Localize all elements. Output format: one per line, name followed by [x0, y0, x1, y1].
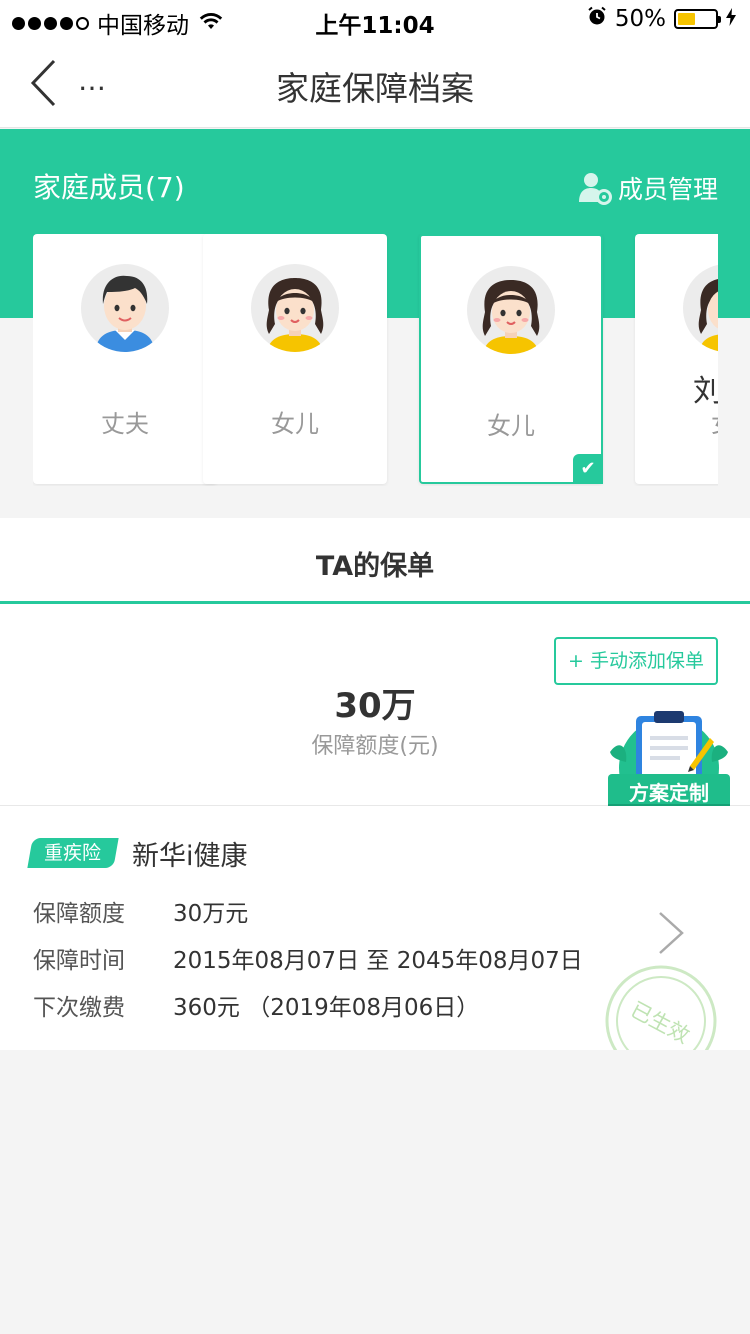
- policy-row-label: 保障额度: [33, 901, 125, 927]
- avatar-male: [81, 264, 169, 352]
- members-title: 家庭成员(7): [33, 171, 185, 204]
- policy-tab-bar: TA的保单: [0, 518, 750, 604]
- page-title: 家庭保障档案: [276, 69, 474, 108]
- policy-row-value: 360元 （2019年08月06日）: [173, 995, 480, 1021]
- member-card-selected[interactable]: 女儿 ✔: [419, 234, 603, 484]
- policy-row-next-payment: 下次缴费 360元 （2019年08月06日）: [33, 988, 479, 1022]
- battery-percent: 50%: [614, 6, 666, 32]
- navigation-bar: … 家庭保障档案: [0, 40, 750, 128]
- checkmark-icon: ✔: [573, 454, 603, 484]
- member-card-list[interactable]: 丈夫 女儿 女儿 ✔ 刘: [33, 234, 718, 486]
- manage-members-label: 成员管理: [617, 175, 718, 204]
- plan-badge-label: 方案定制: [629, 781, 709, 805]
- member-card[interactable]: 刘 女: [635, 234, 718, 484]
- policy-type-label: 重疾险: [44, 842, 102, 864]
- policy-row-coverage: 保障额度 30万元: [33, 894, 248, 928]
- policy-name: 新华i健康: [132, 841, 248, 872]
- tab-ta-policies[interactable]: TA的保单: [0, 544, 750, 583]
- policy-type-badge: 重疾险: [27, 838, 119, 868]
- avatar-girl: [683, 264, 718, 352]
- alarm-icon: [587, 6, 607, 32]
- policy-row-period: 保障时间 2015年08月07日 至 2045年08月07日: [33, 941, 583, 975]
- status-stamp-label: 已生效: [627, 997, 694, 1048]
- user-settings-icon: [578, 173, 612, 205]
- policy-card[interactable]: 重疾险 新华i健康 保障额度 30万元 保障时间 2015年08月07日 至 204…: [0, 806, 750, 1050]
- battery-icon: [674, 9, 721, 29]
- member-relation: 丈夫: [101, 410, 149, 438]
- chevron-right-icon[interactable]: [656, 910, 686, 956]
- status-right: 50%: [587, 6, 736, 32]
- member-relation: 女: [635, 404, 718, 439]
- member-card[interactable]: 丈夫: [33, 234, 217, 484]
- policy-row-value: 30万元: [173, 901, 249, 927]
- avatar-girl: [467, 266, 555, 354]
- member-relation: 女儿: [271, 410, 319, 438]
- policy-row-label: 保障时间: [33, 948, 125, 974]
- member-relation: 女儿: [487, 412, 535, 440]
- member-name: [421, 376, 601, 394]
- status-bar: 中国移动 上午11:04 50%: [0, 0, 750, 40]
- member-card[interactable]: 女儿: [203, 234, 387, 484]
- policy-row-value: 2015年08月07日 至 2045年08月07日: [173, 948, 583, 974]
- avatar-girl: [251, 264, 339, 352]
- policy-row-label: 下次缴费: [33, 995, 125, 1021]
- manage-members-button[interactable]: 成员管理: [578, 170, 718, 206]
- member-name: [33, 374, 217, 392]
- member-name: [203, 374, 387, 392]
- status-stamp-icon: 已生效: [605, 965, 717, 1050]
- charging-icon: [726, 6, 736, 32]
